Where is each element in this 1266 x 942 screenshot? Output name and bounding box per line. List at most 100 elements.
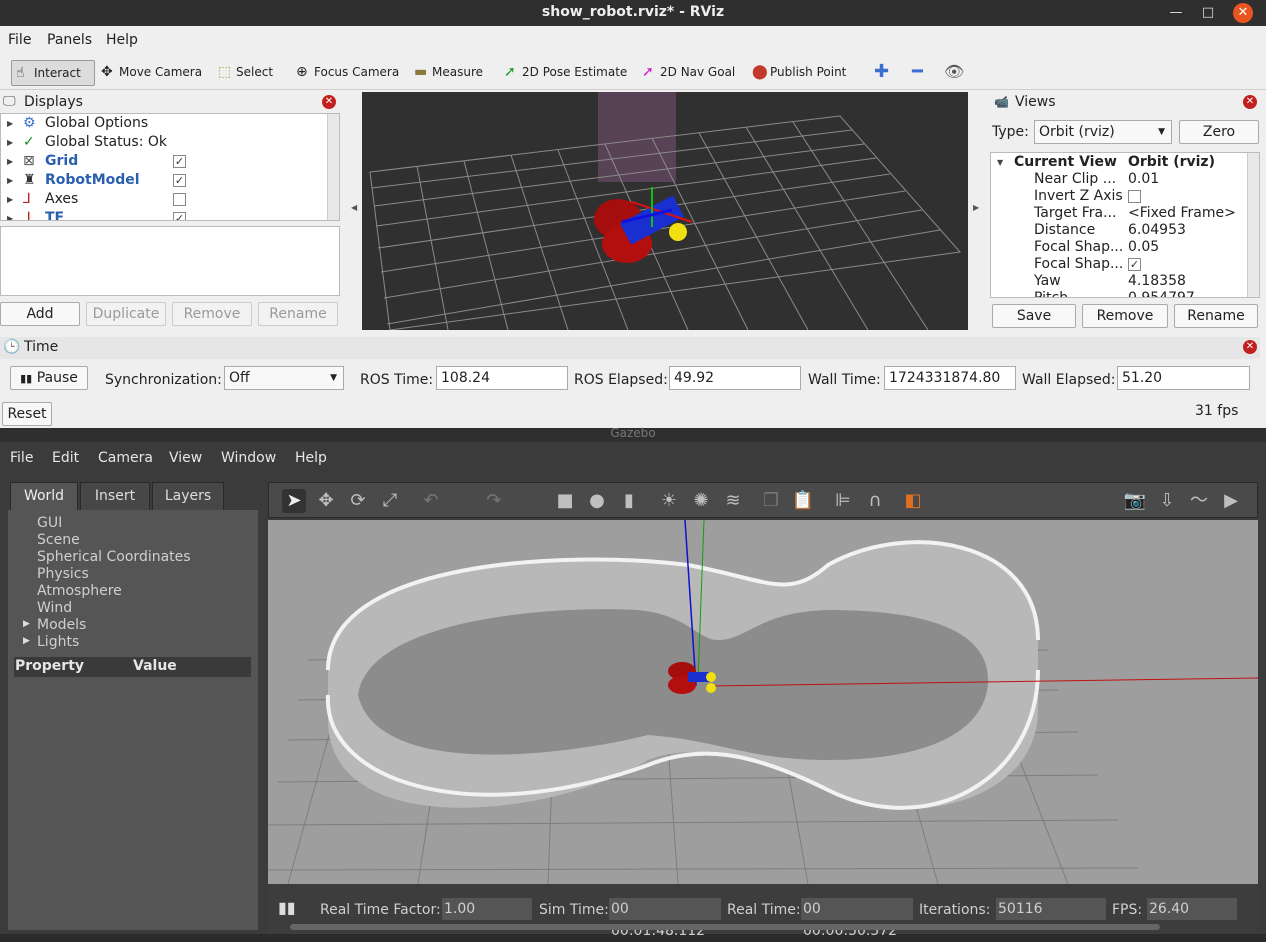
reset-button[interactable]: Reset xyxy=(2,402,52,426)
invert-z-checkbox[interactable] xyxy=(1128,190,1141,203)
pose-estimate-tool[interactable]: ➚ 2D Pose Estimate xyxy=(500,60,627,86)
world-item-physics[interactable]: Physics xyxy=(37,566,89,583)
align-icon[interactable]: ⊫ xyxy=(831,489,855,513)
remove-display-button[interactable]: Remove xyxy=(172,302,252,326)
sync-select[interactable]: Off ▼ xyxy=(224,366,344,390)
display-item[interactable]: ▶ ⊠ Grid ✓ xyxy=(1,152,327,171)
display-checkbox[interactable]: ✓ xyxy=(173,155,186,168)
menu-help[interactable]: Help xyxy=(106,32,138,48)
nav-goal-tool[interactable]: ➚ 2D Nav Goal xyxy=(638,60,735,86)
save-view-button[interactable]: Save xyxy=(992,304,1076,328)
log-icon[interactable]: ⇩ xyxy=(1155,489,1179,513)
expand-models-icon[interactable]: ▶ xyxy=(23,619,30,629)
screenshot-icon[interactable]: 📷 xyxy=(1123,489,1147,513)
expand-arrow-icon[interactable]: ▶ xyxy=(7,152,13,171)
publish-point-tool[interactable]: ⬤ Publish Point xyxy=(748,60,846,86)
wall-time-field[interactable]: 1724331874.80 xyxy=(884,366,1016,390)
focal-shape-checkbox[interactable]: ✓ xyxy=(1128,258,1141,271)
rviz-3d-view[interactable] xyxy=(362,92,968,330)
gz-menu-camera[interactable]: Camera xyxy=(98,450,153,466)
close-displays-icon[interactable]: ✕ xyxy=(322,95,336,109)
maximize-icon[interactable]: □ xyxy=(1198,3,1218,23)
paste-icon[interactable]: 📋 xyxy=(791,489,815,513)
display-item[interactable]: ▶ ⅃ Axes xyxy=(1,190,327,209)
display-item[interactable]: ▶ ♜ RobotModel ✓ xyxy=(1,171,327,190)
collapse-right-icon[interactable]: ▶ xyxy=(973,203,979,212)
add-tool-icon[interactable]: ✚ xyxy=(874,60,889,86)
interact-tool[interactable]: ☝ Interact xyxy=(11,60,95,86)
add-display-button[interactable]: Add xyxy=(0,302,80,326)
gz-menu-edit[interactable]: Edit xyxy=(52,450,79,466)
expand-arrow-icon[interactable]: ▶ xyxy=(7,190,13,209)
displays-scrollbar[interactable] xyxy=(327,114,339,220)
video-icon[interactable]: ▶ xyxy=(1219,489,1243,513)
gazebo-3d-view[interactable] xyxy=(268,520,1258,884)
collapse-left-icon[interactable]: ◀ xyxy=(351,203,357,212)
remove-view-button[interactable]: Remove xyxy=(1082,304,1168,328)
close-icon[interactable]: ✕ xyxy=(1233,3,1253,23)
ros-elapsed-field[interactable]: 49.92 xyxy=(669,366,801,390)
menu-file[interactable]: File xyxy=(8,32,31,48)
display-item[interactable]: ▶ ✓ Global Status: Ok xyxy=(1,133,327,152)
pause-button[interactable]: ▮▮ Pause xyxy=(10,366,88,390)
move-camera-tool[interactable]: ✥ Move Camera xyxy=(97,60,202,86)
views-scrollbar[interactable] xyxy=(1247,153,1259,297)
view-property-row[interactable]: Pitch 0.954797 xyxy=(991,289,1247,297)
undo-icon[interactable]: ↶ xyxy=(419,489,443,513)
box-icon[interactable]: ■ xyxy=(553,489,577,513)
tab-insert[interactable]: Insert xyxy=(80,482,150,510)
gz-menu-window[interactable]: Window xyxy=(221,450,276,466)
select-tool[interactable]: ⬚ Select xyxy=(214,60,273,86)
play-pause-icon[interactable]: ▮▮ xyxy=(278,898,296,917)
focus-camera-tool[interactable]: ⊕ Focus Camera xyxy=(292,60,399,86)
expand-arrow-icon[interactable]: ▶ xyxy=(7,171,13,190)
copy-icon[interactable]: ❐ xyxy=(759,489,783,513)
gz-menu-file[interactable]: File xyxy=(10,450,33,466)
view-angle-icon[interactable]: ◧ xyxy=(901,489,925,513)
world-item-spherical[interactable]: Spherical Coordinates xyxy=(37,549,191,566)
pointlight-icon[interactable]: ✺ xyxy=(689,489,713,513)
display-checkbox[interactable]: ✓ xyxy=(173,174,186,187)
measure-tool[interactable]: ▬ Measure xyxy=(410,60,483,86)
display-item[interactable]: ▶ ⚙ Global Options xyxy=(1,114,327,133)
select-arrow-icon[interactable]: ➤ xyxy=(282,489,306,513)
display-checkbox[interactable]: ✓ xyxy=(173,212,186,220)
remove-tool-icon[interactable]: ━ xyxy=(912,60,923,86)
horizontal-scrollbar[interactable] xyxy=(290,924,1160,930)
expand-arrow-icon[interactable]: ▶ xyxy=(7,209,13,220)
magnet-icon[interactable]: ∩ xyxy=(863,489,887,513)
spotlight-icon[interactable]: ≋ xyxy=(721,489,745,513)
duplicate-display-button[interactable]: Duplicate xyxy=(86,302,166,326)
gz-menu-view[interactable]: View xyxy=(169,450,202,466)
close-time-icon[interactable]: ✕ xyxy=(1243,340,1257,354)
world-item-atmosphere[interactable]: Atmosphere xyxy=(37,583,122,600)
menu-panels[interactable]: Panels xyxy=(47,32,92,48)
gz-menu-help[interactable]: Help xyxy=(295,450,327,466)
cylinder-icon[interactable]: ▮ xyxy=(617,489,641,513)
scale-icon[interactable]: ⤢ xyxy=(378,489,402,513)
world-item-models[interactable]: Models xyxy=(37,617,86,634)
world-item-scene[interactable]: Scene xyxy=(37,532,80,549)
sphere-icon[interactable]: ● xyxy=(585,489,609,513)
tab-layers[interactable]: Layers xyxy=(152,482,224,510)
display-checkbox[interactable] xyxy=(173,193,186,206)
tab-world[interactable]: World xyxy=(10,482,78,510)
close-views-icon[interactable]: ✕ xyxy=(1243,95,1257,109)
world-item-wind[interactable]: Wind xyxy=(37,600,72,617)
display-item[interactable]: ▶ ⅃ TF ✓ xyxy=(1,209,327,220)
translate-icon[interactable]: ✥ xyxy=(314,489,338,513)
redo-icon[interactable]: ↷ xyxy=(482,489,506,513)
world-item-lights[interactable]: Lights xyxy=(37,634,79,651)
expand-arrow-icon[interactable]: ▶ xyxy=(7,133,13,152)
zero-button[interactable]: Zero xyxy=(1179,120,1259,144)
rename-view-button[interactable]: Rename xyxy=(1174,304,1258,328)
expand-arrow-icon[interactable]: ▶ xyxy=(7,114,13,133)
rotate-icon[interactable]: ⟳ xyxy=(346,489,370,513)
view-type-select[interactable]: Orbit (rviz) ▼ xyxy=(1034,120,1172,144)
world-item-gui[interactable]: GUI xyxy=(37,515,62,532)
sun-icon[interactable]: ☀ xyxy=(657,489,681,513)
eye-icon[interactable]: 👁 xyxy=(944,60,964,86)
wall-elapsed-field[interactable]: 51.20 xyxy=(1117,366,1250,390)
rename-display-button[interactable]: Rename xyxy=(258,302,338,326)
ros-time-field[interactable]: 108.24 xyxy=(436,366,568,390)
